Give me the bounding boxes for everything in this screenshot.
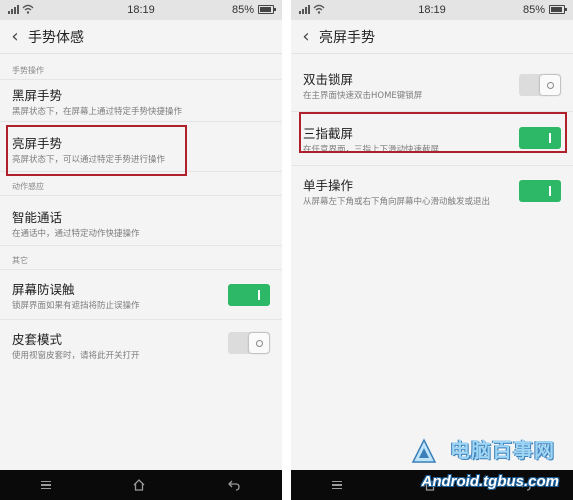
- one-hand-mode-toggle[interactable]: [519, 180, 561, 202]
- section-header-gesture: 手势操作: [0, 62, 282, 80]
- status-bar: 18:19 85%: [0, 0, 282, 20]
- double-tap-lock-toggle[interactable]: [519, 74, 561, 96]
- item-desc: 黑屏状态下，在屏幕上通过特定手势快捷操作: [12, 107, 183, 117]
- toggle-knob: [249, 333, 269, 353]
- toggle-knob: [540, 128, 560, 148]
- list-item-smart-call[interactable]: 智能通话 在通话中，通过特定动作快捷操作: [0, 196, 282, 246]
- nav-back-icon[interactable]: [227, 479, 241, 491]
- toggle-knob: [540, 75, 560, 95]
- list-item-three-finger-screenshot[interactable]: 三指截屏 在任意界面，三指上下滑动快速截屏: [291, 112, 573, 166]
- nav-back-icon[interactable]: [518, 479, 532, 491]
- status-bar: 18:19 85%: [291, 0, 573, 20]
- left-phone-screen: 18:19 85% ‹ 手势体感 手势操作 黑屏手势 黑屏状态下，在屏幕上通过特…: [0, 0, 282, 500]
- battery-icon: [549, 5, 567, 14]
- item-title: 智能通话: [12, 210, 63, 225]
- item-desc: 在通话中，通过特定动作快捷操作: [12, 229, 140, 239]
- toggle-knob: [249, 285, 269, 305]
- list-item-case-mode[interactable]: 皮套模式 使用视窗皮套时，请将此开关打开: [0, 320, 282, 370]
- battery-percent: 85%: [522, 4, 545, 16]
- item-title: 黑屏手势: [12, 88, 63, 103]
- title-bar: ‹ 手势体感: [0, 20, 282, 54]
- nav-bar: [0, 470, 282, 500]
- title-bar: ‹ 亮屏手势: [291, 20, 573, 54]
- three-finger-screenshot-toggle[interactable]: [519, 127, 561, 149]
- anti-mistouch-toggle[interactable]: [228, 284, 270, 306]
- home-icon[interactable]: [132, 478, 146, 492]
- menu-icon[interactable]: [331, 480, 342, 490]
- battery-percent: 85%: [231, 4, 254, 16]
- menu-icon[interactable]: [40, 480, 51, 490]
- toggle-knob: [540, 181, 560, 201]
- section-header-motion: 动作感应: [0, 178, 282, 196]
- home-icon[interactable]: [423, 478, 437, 492]
- list-item-double-tap-lock[interactable]: 双击锁屏 在主界面快速双击HOME键锁屏: [291, 60, 573, 112]
- back-arrow-icon[interactable]: ‹: [4, 26, 26, 48]
- right-phone-screen: 18:19 85% ‹ 亮屏手势 双击锁屏 在主界面快速双击HOME键锁屏 三指…: [291, 0, 573, 500]
- battery-icon: [258, 5, 276, 14]
- nav-bar: [291, 470, 573, 500]
- list-item-black-screen-gesture[interactable]: 黑屏手势 黑屏状态下，在屏幕上通过特定手势快捷操作: [0, 80, 282, 122]
- item-title: 亮屏手势: [12, 136, 63, 151]
- page-title: 亮屏手势: [319, 29, 375, 46]
- section-header-other: 其它: [0, 252, 282, 270]
- list-item-anti-mistouch[interactable]: 屏幕防误触 锁屏界面如果有遮挡将防止误操作: [0, 270, 282, 320]
- page-title: 手势体感: [28, 29, 84, 46]
- case-mode-toggle[interactable]: [228, 332, 270, 354]
- back-arrow-icon[interactable]: ‹: [295, 26, 317, 48]
- list-item-bright-screen-gesture[interactable]: 亮屏手势 亮屏状态下，可以通过特定手势进行操作: [0, 122, 282, 172]
- item-desc: 亮屏状态下，可以通过特定手势进行操作: [12, 155, 166, 165]
- list-item-one-hand-mode[interactable]: 单手操作 从屏幕左下角或右下角向屏幕中心滑动触发或退出: [291, 166, 573, 218]
